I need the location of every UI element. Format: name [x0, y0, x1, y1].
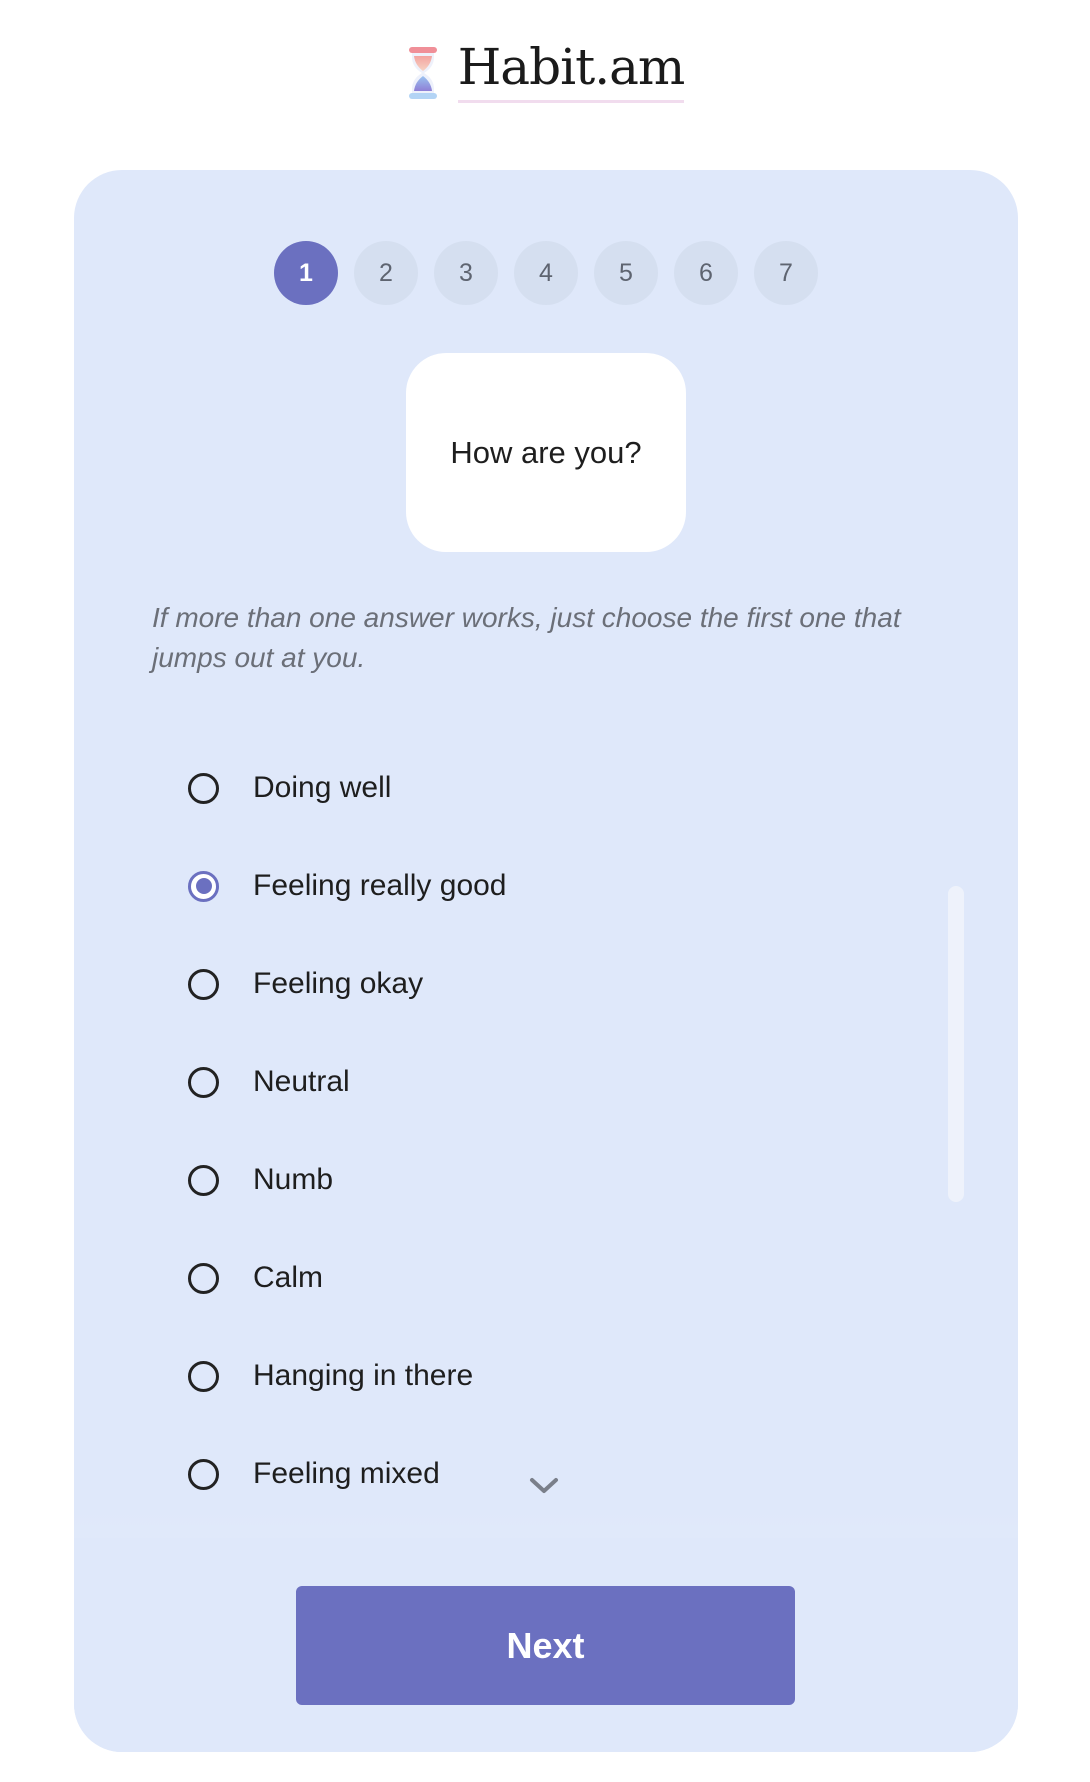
radio-button[interactable]	[188, 1066, 219, 1098]
step-3[interactable]: 3	[434, 241, 498, 305]
brand-name: Habit.am	[457, 38, 686, 96]
option-feeling-really-good[interactable]: Feeling really good	[188, 856, 507, 916]
option-numb[interactable]: Numb	[188, 1150, 333, 1210]
brand-wordmark: Habit.am	[457, 38, 686, 103]
option-label: Feeling okay	[253, 967, 424, 1000]
step-indicator: 1 2 3 4 5 6 7	[74, 241, 1018, 305]
next-button[interactable]: Next	[296, 1586, 795, 1705]
option-label: Hanging in there	[253, 1359, 474, 1392]
radio-button[interactable]	[188, 1164, 219, 1196]
option-feeling-okay[interactable]: Feeling okay	[188, 954, 423, 1014]
option-doing-well[interactable]: Doing well	[188, 758, 391, 818]
option-label: Feeling really good	[253, 869, 507, 902]
radio-button-selected[interactable]	[188, 870, 219, 902]
step-7[interactable]: 7	[754, 241, 818, 305]
step-5[interactable]: 5	[594, 241, 658, 305]
radio-button[interactable]	[188, 1262, 219, 1294]
quiz-card: 1 2 3 4 5 6 7 How are you? If more than …	[74, 170, 1018, 1752]
hourglass-icon	[408, 46, 437, 99]
option-label: Doing well	[253, 771, 392, 804]
radio-button[interactable]	[188, 772, 219, 804]
radio-button[interactable]	[188, 1360, 219, 1392]
step-1[interactable]: 1	[274, 241, 338, 305]
chevron-down-icon[interactable]	[526, 1470, 562, 1500]
question-box: How are you?	[406, 353, 686, 552]
page: Habit.am 1 2 3 4 5 6 7 How are you? If m…	[0, 0, 1090, 1782]
radio-button[interactable]	[188, 1458, 219, 1490]
logo[interactable]: Habit.am	[0, 42, 1090, 103]
option-label: Feeling mixed	[253, 1457, 440, 1490]
option-neutral[interactable]: Neutral	[188, 1052, 350, 1112]
step-4[interactable]: 4	[514, 241, 578, 305]
option-label: Neutral	[253, 1065, 350, 1098]
step-2[interactable]: 2	[354, 241, 418, 305]
option-label: Calm	[253, 1261, 324, 1294]
option-feeling-mixed[interactable]: Feeling mixed	[188, 1444, 440, 1504]
step-6[interactable]: 6	[674, 241, 738, 305]
question-hint: If more than one answer works, just choo…	[152, 602, 901, 673]
option-label: Numb	[253, 1163, 334, 1196]
question-title: How are you?	[450, 434, 642, 470]
option-hanging-in-there[interactable]: Hanging in there	[188, 1346, 473, 1406]
radio-button[interactable]	[188, 968, 219, 1000]
option-calm[interactable]: Calm	[188, 1248, 323, 1308]
